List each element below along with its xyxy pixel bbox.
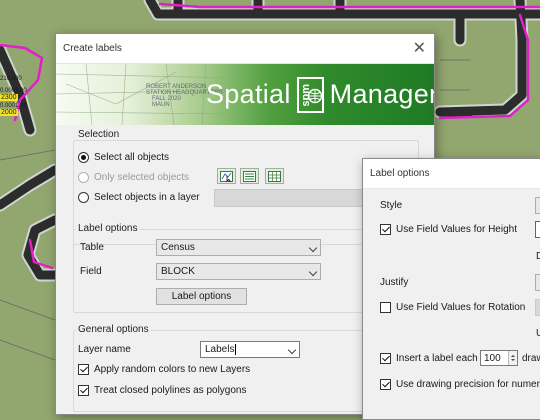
height-field-combo[interactable]	[535, 221, 540, 238]
random-colors-checkbox[interactable]: Apply random colors to new Layers	[78, 364, 250, 375]
select-all-label: Select all objects	[94, 152, 170, 163]
label-options-titlebar[interactable]: Label options	[363, 159, 540, 189]
checkbox-indicator[interactable]	[380, 353, 391, 364]
select-objects-icon	[220, 170, 233, 182]
label-options-dialog: Label options Style S Use Field Values f…	[362, 158, 540, 420]
map-highlight-label: 2300	[0, 94, 18, 101]
radio-indicator[interactable]	[78, 152, 89, 163]
use-field-rotation-label: Use Field Values for Rotation	[396, 302, 526, 313]
checkbox-indicator[interactable]	[380, 224, 391, 235]
general-options-group-title: General options	[76, 324, 151, 335]
table-combo-value: Census	[161, 242, 195, 253]
radio-indicator[interactable]	[78, 192, 89, 203]
close-icon[interactable]: ✕	[413, 40, 426, 57]
insert-label-each-label: Insert a label each	[396, 353, 478, 364]
chevron-down-icon	[308, 267, 318, 277]
map-label: 210.000	[0, 76, 22, 82]
style-label: Style	[380, 200, 403, 211]
logo-word-left: Spatial	[206, 79, 291, 109]
label-options-group-title: Label options	[76, 223, 140, 234]
radio-indicator[interactable]	[78, 172, 89, 183]
select-all-radio[interactable]: Select all objects	[78, 152, 169, 163]
dialog-title: Label options	[370, 168, 430, 179]
table-label: Table	[80, 242, 104, 253]
justify-combo[interactable]	[535, 274, 540, 291]
select-in-layer-label: Select objects in a layer	[94, 192, 200, 203]
field-combo-value: BLOCK	[161, 266, 195, 277]
table-select-button[interactable]	[265, 168, 284, 184]
only-selected-label: Only selected objects	[94, 172, 190, 183]
select-in-layer-radio[interactable]: Select objects in a layer	[78, 192, 200, 203]
spm-mark-icon: spm	[296, 76, 324, 113]
checkbox-indicator[interactable]	[78, 364, 89, 375]
use-field-height-label: Use Field Values for Height	[396, 224, 517, 235]
closed-polylines-checkbox[interactable]: Treat closed polylines as polygons	[78, 385, 247, 396]
dialog-title: Create labels	[63, 43, 122, 54]
spinner-arrows-icon[interactable]	[508, 351, 517, 365]
use-field-rotation-checkbox[interactable]: Use Field Values for Rotation	[380, 302, 525, 313]
layer-name-value[interactable]: Labels	[205, 344, 234, 355]
add-selection-button[interactable]	[240, 168, 259, 184]
checkbox-indicator[interactable]	[380, 302, 391, 313]
height-fragment-label: D	[536, 251, 540, 262]
globe-icon	[307, 88, 322, 103]
random-colors-label: Apply random colors to new Layers	[94, 364, 251, 375]
drawing-precision-label: Use drawing precision for numeric	[396, 379, 540, 390]
rotation-field-combo[interactable]	[535, 299, 540, 316]
closed-polylines-label: Treat closed polylines as polygons	[94, 385, 247, 396]
map-highlight-label: 2000	[0, 109, 18, 116]
chevron-down-icon	[308, 243, 318, 253]
insert-label-each-spinner[interactable]: 100	[480, 350, 518, 366]
layer-name-combo[interactable]: Labels	[200, 341, 300, 358]
use-field-height-checkbox[interactable]: Use Field Values for Height	[380, 224, 517, 235]
table-grid-icon	[268, 170, 281, 182]
selection-group-title: Selection	[76, 129, 122, 140]
text-cursor	[235, 344, 237, 355]
field-label: Field	[80, 266, 102, 277]
checkbox-indicator[interactable]	[380, 379, 391, 390]
layer-select-icon	[243, 170, 256, 182]
logo-word-right: Manager	[329, 79, 434, 109]
label-options-button[interactable]: Label options	[156, 288, 247, 305]
label-options-button-label: Label options	[171, 291, 232, 302]
spatial-manager-banner: ROBERT ANDERSON STATION HEADQUARTERS FAL…	[56, 64, 434, 125]
chevron-down-icon	[287, 345, 297, 355]
only-selected-radio[interactable]: Only selected objects	[78, 172, 189, 183]
style-combo[interactable]: S	[535, 197, 540, 214]
create-labels-titlebar[interactable]: Create labels ✕	[56, 34, 434, 64]
spatial-manager-logo: Spatial spm Manager	[206, 72, 434, 117]
banner-map-text: MAUN	[152, 102, 170, 108]
insert-label-each-checkbox[interactable]: Insert a label each	[380, 353, 478, 364]
pick-objects-button[interactable]	[217, 168, 236, 184]
justify-label: Justify	[380, 277, 409, 288]
rotation-fragment-label: U	[536, 328, 540, 339]
drawing-precision-checkbox[interactable]: Use drawing precision for numeric	[380, 379, 540, 390]
checkbox-indicator[interactable]	[78, 385, 89, 396]
insert-label-suffix: draw	[522, 353, 540, 364]
field-combo[interactable]: BLOCK	[156, 263, 321, 280]
table-combo[interactable]: Census	[156, 239, 321, 256]
insert-label-each-value[interactable]: 100	[484, 353, 501, 364]
layer-name-label: Layer name	[78, 344, 131, 355]
